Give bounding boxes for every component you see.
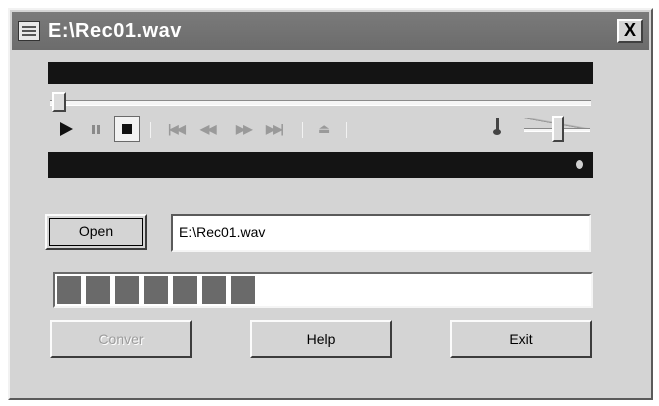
stop-icon[interactable] [114, 116, 140, 142]
progress-segment [231, 276, 255, 304]
previous-mark-icon[interactable]: |◀◀ [168, 118, 186, 140]
position-track[interactable] [50, 100, 591, 106]
progress-segment [57, 276, 81, 304]
progress-segment [86, 276, 110, 304]
status-bar [48, 152, 593, 178]
convert-button: Conver [50, 320, 192, 358]
title-bar[interactable]: E:\Rec01.wav X [12, 12, 649, 50]
next-mark-icon[interactable]: ▶▶| [266, 118, 284, 140]
app-icon [18, 21, 40, 41]
exit-button[interactable]: Exit [450, 320, 592, 358]
pause-icon[interactable] [88, 118, 104, 140]
progress-segment [144, 276, 168, 304]
eject-icon[interactable]: ⏏ [318, 118, 330, 140]
media-display [48, 62, 593, 84]
open-button[interactable]: Open [45, 214, 147, 250]
play-icon[interactable] [56, 118, 76, 140]
conversion-progress [53, 272, 593, 308]
toolbar-separator [302, 122, 303, 138]
status-indicator-icon [576, 160, 583, 169]
close-button[interactable]: X [617, 19, 643, 43]
rewind-icon[interactable]: ◀◀ [200, 118, 217, 140]
toolbar-separator [150, 122, 151, 138]
volume-icon [492, 116, 506, 140]
progress-segment [202, 276, 226, 304]
progress-fill [57, 276, 260, 304]
help-button[interactable]: Help [250, 320, 392, 358]
progress-segment [173, 276, 197, 304]
volume-slider-thumb[interactable] [552, 116, 564, 142]
toolbar-separator [346, 122, 347, 138]
progress-segment [115, 276, 139, 304]
file-path-field[interactable]: E:\Rec01.wav [171, 214, 591, 252]
window-title: E:\Rec01.wav [48, 20, 182, 42]
position-slider-thumb[interactable] [52, 92, 66, 112]
fast-forward-icon[interactable]: ▶▶ [236, 118, 253, 140]
